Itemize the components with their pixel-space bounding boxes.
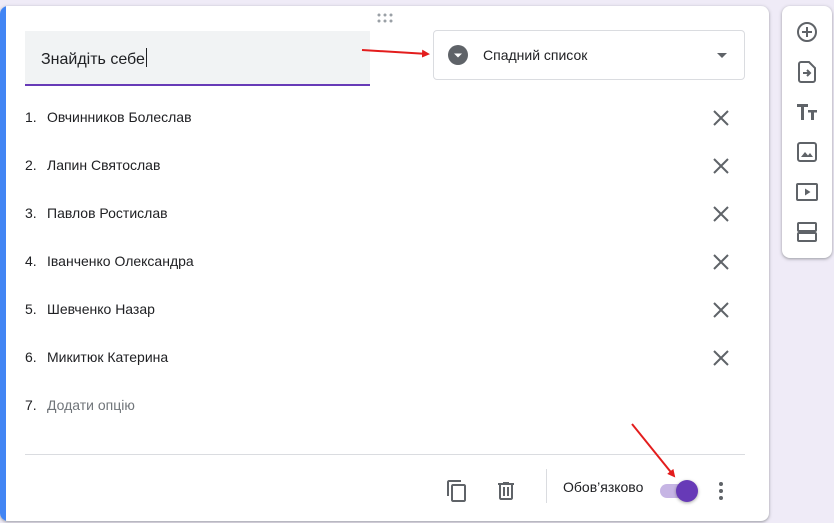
option-label[interactable]: Лапин Святослав (47, 157, 160, 173)
option-number: 7. (25, 397, 37, 413)
add-video-icon[interactable] (795, 180, 819, 204)
dropdown-type-icon (448, 45, 468, 65)
option-label[interactable]: Іванченко Олександра (47, 253, 194, 269)
question-footer: Обов’язково (0, 455, 769, 515)
option-row[interactable]: 6. Микитюк Катерина (25, 334, 745, 382)
required-label: Обов’язково (563, 479, 644, 495)
add-question-icon[interactable] (795, 20, 819, 44)
question-type-label: Спадний список (483, 47, 588, 63)
option-row[interactable]: 3. Павлов Ростислав (25, 190, 745, 238)
option-label[interactable]: Павлов Ростислав (47, 205, 168, 221)
add-title-icon[interactable] (795, 100, 819, 124)
option-label[interactable]: Шевченко Назар (47, 301, 155, 317)
chevron-down-icon (717, 53, 727, 58)
close-icon[interactable] (709, 298, 733, 322)
question-type-select[interactable]: Спадний список (433, 30, 745, 80)
close-icon[interactable] (709, 154, 733, 178)
required-toggle[interactable] (660, 479, 698, 503)
add-section-icon[interactable] (795, 220, 819, 244)
option-row[interactable]: 4. Іванченко Олександра (25, 238, 745, 286)
options-list: 1. Овчинников Болеслав 2. Лапин Святосла… (25, 94, 745, 430)
active-card-indicator (0, 6, 6, 521)
close-icon[interactable] (709, 106, 733, 130)
more-options-icon[interactable] (709, 479, 733, 503)
import-questions-icon[interactable] (795, 60, 819, 84)
question-title-text: Знайдіть себе (41, 48, 147, 69)
trash-icon[interactable] (494, 479, 518, 503)
option-number: 6. (25, 349, 37, 365)
add-option-row[interactable]: 7. Додати опцію (25, 382, 745, 430)
close-icon[interactable] (709, 250, 733, 274)
duplicate-icon[interactable] (445, 479, 469, 503)
close-icon[interactable] (709, 346, 733, 370)
option-number: 1. (25, 109, 37, 125)
text-cursor (145, 48, 147, 67)
option-label[interactable]: Овчинников Болеслав (47, 109, 192, 125)
toggle-thumb (676, 480, 698, 502)
option-number: 4. (25, 253, 37, 269)
option-number: 5. (25, 301, 37, 317)
add-option-link[interactable]: Додати опцію (47, 397, 135, 413)
add-image-icon[interactable] (795, 140, 819, 164)
option-label[interactable]: Микитюк Катерина (47, 349, 168, 365)
option-number: 2. (25, 157, 37, 173)
close-icon[interactable] (709, 202, 733, 226)
option-row[interactable]: 2. Лапин Святослав (25, 142, 745, 190)
side-toolbar (782, 6, 832, 258)
drag-handle-icon[interactable] (376, 13, 394, 23)
question-title-input[interactable]: Знайдіть себе (25, 31, 370, 86)
question-card[interactable]: Знайдіть себе Спадний список 1. Овчинник… (0, 6, 769, 521)
option-row[interactable]: 5. Шевченко Назар (25, 286, 745, 334)
option-number: 3. (25, 205, 37, 221)
option-row[interactable]: 1. Овчинников Болеслав (25, 94, 745, 142)
footer-vertical-divider (546, 469, 547, 503)
